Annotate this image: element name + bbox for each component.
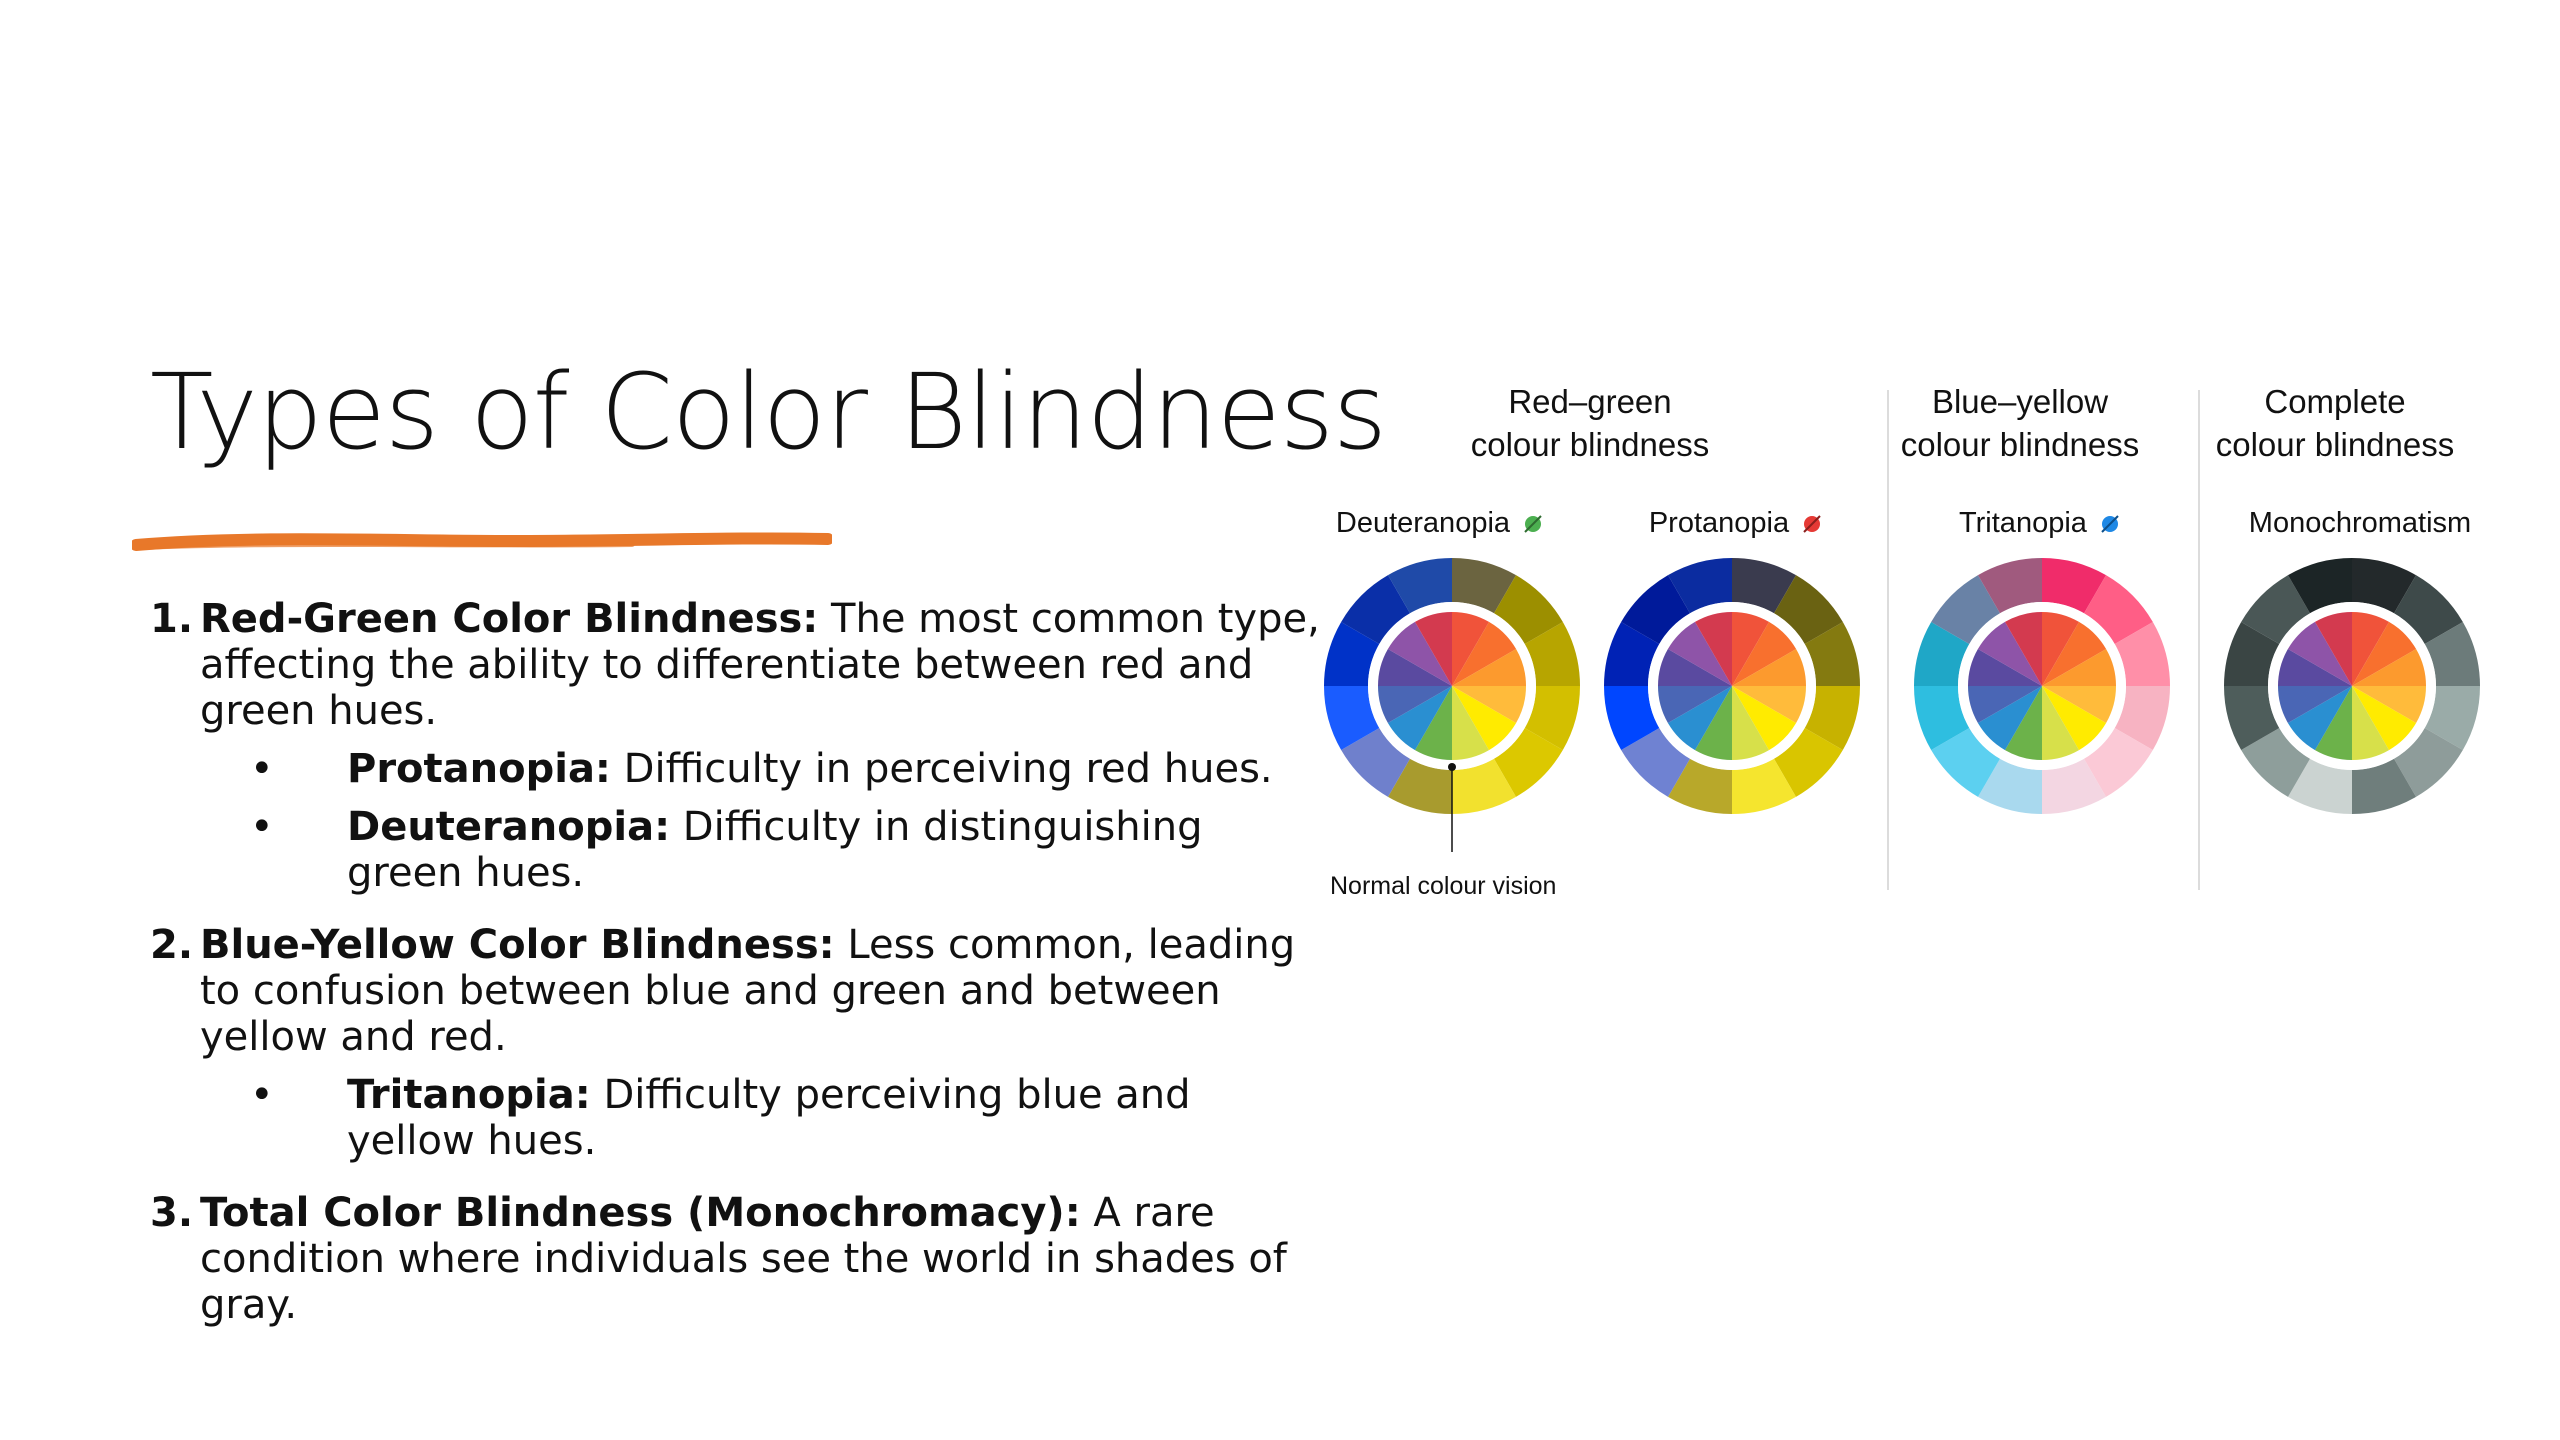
blue-eye-icon bbox=[2101, 515, 2119, 534]
sub-text: Difficulty in perceiving red hues. bbox=[610, 746, 1273, 792]
sub-heading: Tritanopia: bbox=[347, 1072, 591, 1118]
normal-vision-label: Normal colour vision bbox=[1330, 872, 1557, 900]
sub-heading: Protanopia: bbox=[347, 746, 611, 792]
sub-heading: Deuteranopia: bbox=[347, 804, 671, 850]
wheel-label-monochromatism: Monochromatism bbox=[2248, 507, 2472, 539]
list-item: 1. Red-Green Color Blindness: The most c… bbox=[150, 596, 1330, 896]
group-header-blue-yellow: Blue–yellow colour blindness bbox=[1900, 383, 2140, 463]
slide-title: Types of Color Blindness bbox=[150, 351, 1387, 473]
sub-list-item: • Tritanopia: Difficulty perceiving blue… bbox=[250, 1072, 1191, 1164]
wheel-label-tritanopia: Tritanopia bbox=[1910, 506, 2170, 540]
title-underline bbox=[132, 532, 832, 551]
group-header-complete: Complete colour blindness bbox=[2215, 383, 2455, 463]
color-wheel-monochromatism bbox=[2224, 558, 2480, 814]
color-wheel-protanopia bbox=[1604, 558, 1860, 814]
list-item: 2. Blue-Yellow Color Blindness: Less com… bbox=[150, 922, 1330, 1164]
group-divider bbox=[2198, 390, 2200, 890]
item-heading: Red-Green Color Blindness: bbox=[200, 596, 819, 642]
item-number: 1. bbox=[150, 596, 194, 642]
green-eye-icon bbox=[1524, 515, 1542, 534]
group-header-red-green: Red–green colour blindness bbox=[1470, 383, 1710, 463]
wheel-label-protanopia: Protanopia bbox=[1606, 506, 1866, 540]
list-item: 3. Total Color Blindness (Monochromacy):… bbox=[150, 1190, 1330, 1328]
sub-list-item: • Deuteranopia: Difficulty in distinguis… bbox=[250, 804, 1203, 896]
color-blindness-list: 1. Red-Green Color Blindness: The most c… bbox=[150, 596, 1330, 1354]
group-divider bbox=[1887, 390, 1889, 890]
color-wheels-figure: Red–green colour blindness Blue–yellow c… bbox=[1290, 370, 2510, 930]
item-number: 3. bbox=[150, 1190, 194, 1236]
normal-vision-pointer bbox=[1448, 763, 1456, 852]
sub-list-item: • Protanopia: Difficulty in perceiving r… bbox=[250, 746, 1273, 792]
item-number: 2. bbox=[150, 922, 194, 968]
item-heading: Total Color Blindness (Monochromacy): bbox=[200, 1190, 1081, 1236]
item-heading: Blue-Yellow Color Blindness: bbox=[200, 922, 835, 968]
wheel-label-deuteranopia: Deuteranopia bbox=[1310, 506, 1570, 540]
color-wheel-tritanopia bbox=[1914, 558, 2170, 814]
red-eye-icon bbox=[1803, 515, 1821, 534]
